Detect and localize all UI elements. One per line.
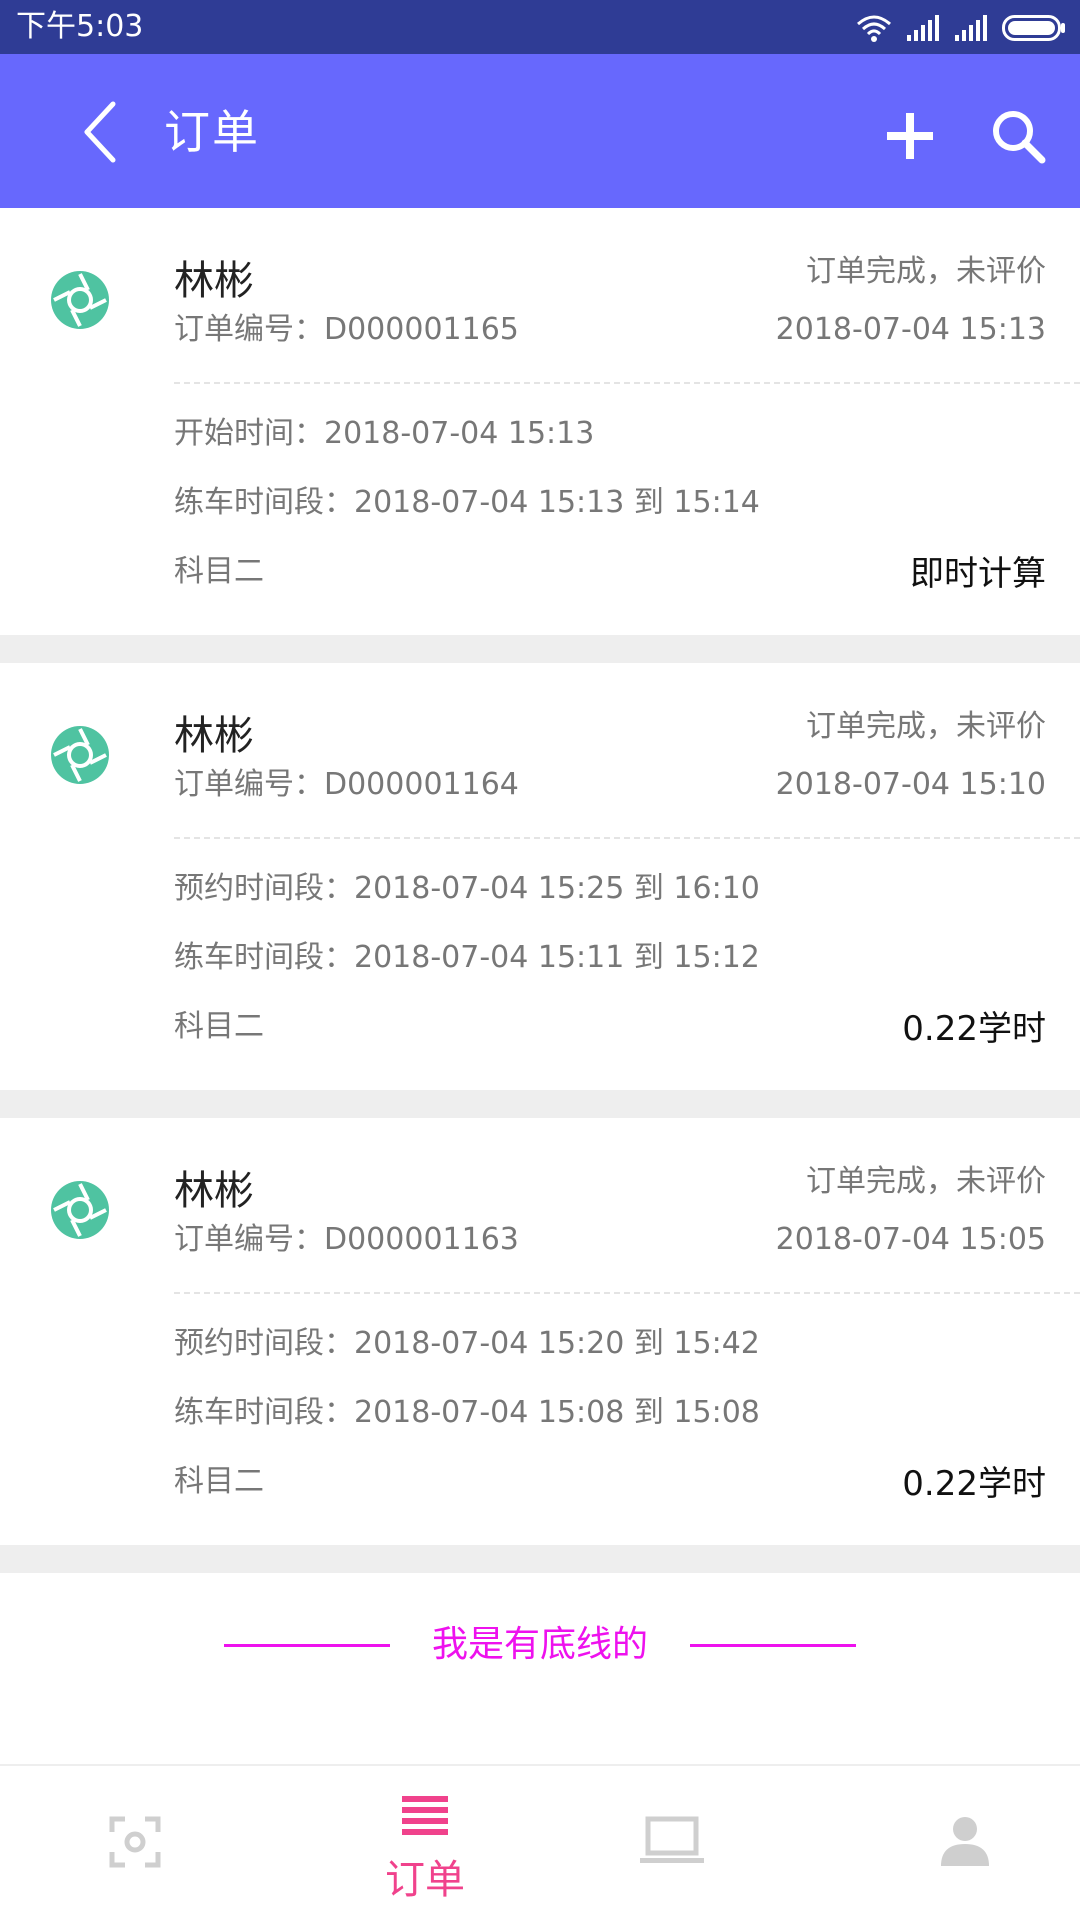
reserved-period: 预约时间段：2018-07-04 15:20 到 15:42 (174, 1326, 760, 1361)
order-number: 订单编号：D000001163 (174, 1222, 519, 1257)
battery-icon (1002, 15, 1065, 41)
signal-icon-2 (955, 15, 987, 41)
student-name: 林彬 (174, 258, 254, 304)
signal-icon (907, 15, 939, 41)
end-line-right (690, 1644, 856, 1647)
wifi-icon (857, 15, 891, 42)
dashed-divider (174, 1292, 1080, 1294)
bottom-nav: 订单 (0, 1764, 1080, 1920)
status-time: 下午5:03 (16, 9, 144, 44)
dashed-divider (174, 382, 1080, 384)
order-card[interactable]: 林彬 订单编号：D000001165 订单完成，未评价 2018-07-04 1… (0, 208, 1080, 635)
plus-icon (887, 113, 933, 159)
nav-orders-label: 订单 (385, 1857, 465, 1903)
order-card[interactable]: 林彬 订单编号：D000001163 订单完成，未评价 2018-07-04 1… (0, 1118, 1080, 1545)
subject: 科目二 (174, 1009, 264, 1044)
order-status: 订单完成，未评价 (806, 709, 1046, 744)
dashed-divider (174, 837, 1080, 839)
scan-icon (109, 1816, 161, 1868)
page-title: 订单 (164, 105, 260, 159)
order-card[interactable]: 林彬 订单编号：D000001164 订单完成，未评价 2018-07-04 1… (0, 663, 1080, 1090)
laptop-icon (640, 1816, 704, 1863)
start-time: 开始时间：2018-07-04 15:13 (174, 416, 595, 451)
back-chevron-icon (84, 101, 116, 163)
screen: 下午5:03 订单 林彬 订单编号：D000001165 订单完成，未评价 20… (0, 0, 1080, 1920)
practice-period: 练车时间段：2018-07-04 15:08 到 15:08 (174, 1395, 760, 1430)
aperture-icon (51, 1181, 109, 1239)
nav-orders[interactable]: 订单 (290, 1766, 560, 1920)
order-date: 2018-07-04 15:05 (775, 1222, 1046, 1257)
end-line-left (224, 1644, 390, 1647)
aperture-icon (51, 271, 109, 329)
subject: 科目二 (174, 1464, 264, 1499)
search-icon (993, 111, 1046, 164)
add-order-button[interactable] (880, 106, 940, 166)
aperture-icon (51, 726, 109, 784)
person-icon (941, 1817, 989, 1866)
list-icon (402, 1796, 448, 1835)
app-bar: 订单 (0, 54, 1080, 208)
practice-period: 练车时间段：2018-07-04 15:11 到 15:12 (174, 940, 760, 975)
end-of-list: 我是有底线的 (0, 1615, 1080, 1675)
subject: 科目二 (174, 554, 264, 589)
end-of-list-text: 我是有底线的 (431, 1624, 648, 1665)
student-name: 林彬 (174, 1168, 254, 1214)
order-amount: 0.22学时 (902, 1009, 1046, 1049)
card-gap (0, 635, 1080, 663)
nav-profile[interactable] (830, 1766, 1080, 1920)
order-list: 林彬 订单编号：D000001165 订单完成，未评价 2018-07-04 1… (0, 208, 1080, 1573)
status-bar: 下午5:03 (0, 0, 1080, 54)
student-name: 林彬 (174, 713, 254, 759)
card-gap (0, 1090, 1080, 1118)
reserved-period: 预约时间段：2018-07-04 15:25 到 16:10 (174, 871, 760, 906)
practice-period: 练车时间段：2018-07-04 15:13 到 15:14 (174, 485, 760, 520)
order-amount: 0.22学时 (902, 1464, 1046, 1504)
order-status: 订单完成，未评价 (806, 254, 1046, 289)
order-date: 2018-07-04 15:10 (775, 767, 1046, 802)
back-button[interactable] (70, 98, 130, 166)
status-icons (856, 12, 1066, 44)
search-button[interactable] (986, 104, 1050, 168)
order-status: 订单完成，未评价 (806, 1164, 1046, 1199)
order-number: 订单编号：D000001164 (174, 767, 519, 802)
order-date: 2018-07-04 15:13 (775, 312, 1046, 347)
card-gap (0, 1545, 1080, 1573)
order-number: 订单编号：D000001165 (174, 312, 519, 347)
nav-scan[interactable] (0, 1766, 270, 1920)
order-amount: 即时计算 (910, 554, 1046, 594)
